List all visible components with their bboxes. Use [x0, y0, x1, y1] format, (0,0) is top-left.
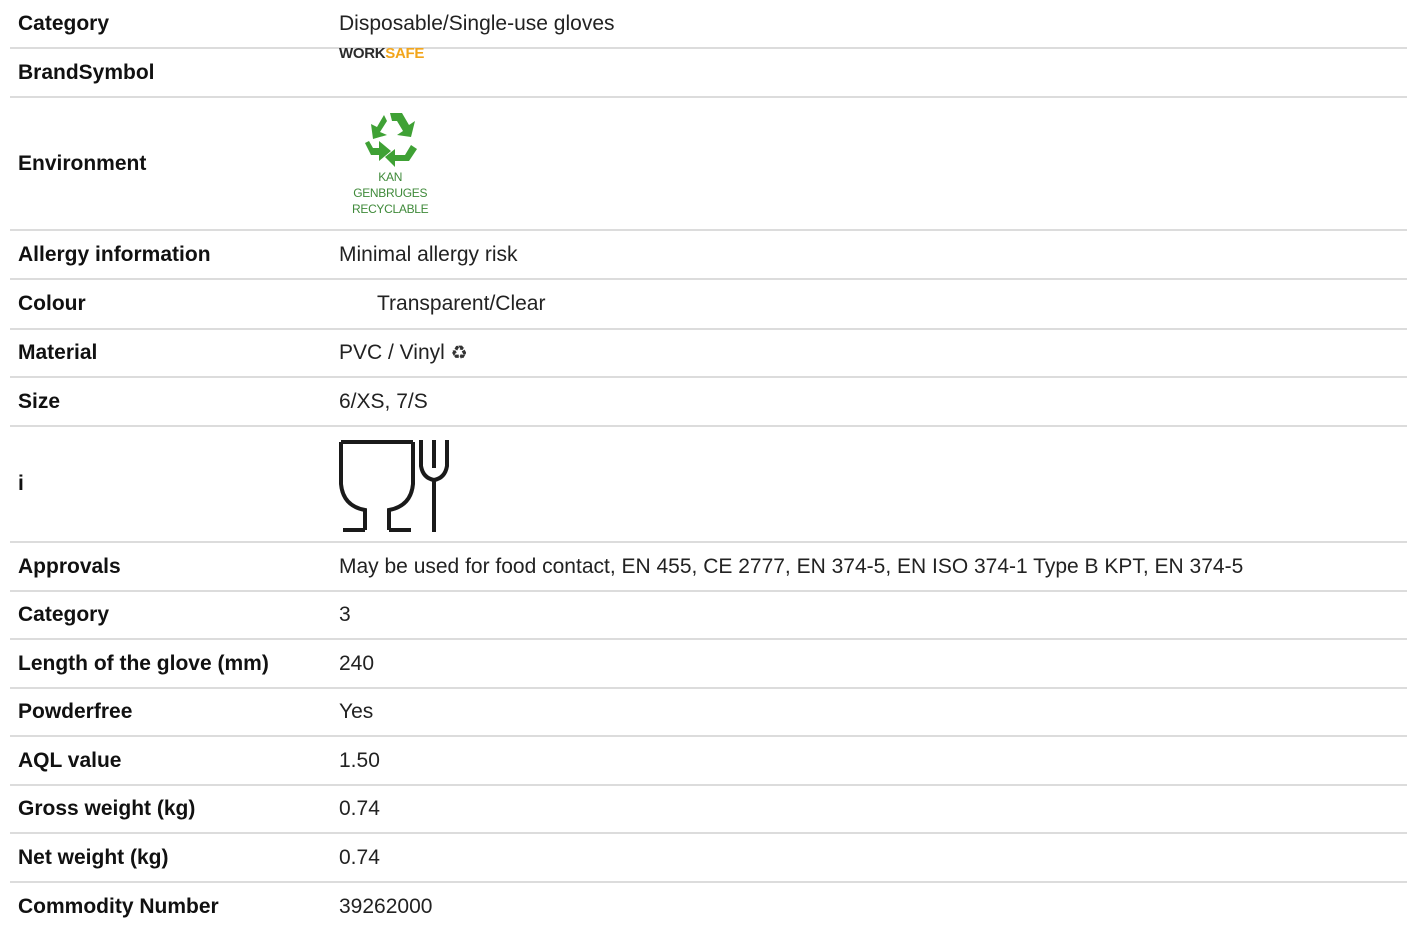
spec-value [339, 426, 1407, 543]
spec-label: Approvals [10, 542, 339, 592]
spec-value: 0.74 [339, 833, 1407, 883]
spec-value: Disposable/Single-use gloves [339, 0, 1407, 49]
spec-label: Length of the glove (mm) [10, 639, 339, 689]
spec-value: 3 [339, 591, 1407, 640]
spec-label: Commodity Number [18, 894, 219, 918]
recycle-icon: ♻ [450, 343, 468, 364]
spec-row-size: Size 6/XS, 7/S [10, 377, 1407, 427]
spec-row-net-weight: Net weight (kg) 0.74 [10, 833, 1407, 883]
spec-value: Yes [339, 688, 1407, 737]
spec-row-category-level: Category 3 [10, 591, 1407, 640]
spec-value: 240 [339, 639, 1407, 689]
spec-label: Material [10, 329, 339, 378]
spec-row-brand: BrandSymbol WORKSAFE [10, 44, 1407, 98]
spec-label: Category [10, 0, 339, 49]
spec-value: KAN GENBRUGES RECYCLABLE [339, 97, 1407, 231]
spec-value: 0.74 [339, 785, 1407, 834]
spec-value: Minimal allergy risk [339, 230, 1407, 280]
spec-row-allergy: Allergy information Minimal allergy risk [10, 230, 1407, 280]
spec-row-material: Material PVC / Vinyl ♻ [10, 329, 1407, 378]
spec-value: 1.50 [339, 736, 1407, 786]
spec-row-environment: Environment KAN GENBRUGES RECYCLABLE [10, 97, 1407, 231]
spec-row-gross-weight: Gross weight (kg) 0.74 [10, 785, 1407, 834]
spec-label: i [10, 426, 339, 543]
spec-label: Allergy information [10, 230, 339, 280]
recycle-icon [365, 112, 418, 167]
spec-row-info: i [10, 426, 1407, 543]
spec-label: BrandSymbol [10, 48, 339, 98]
spec-row-aql: AQL value 1.50 [10, 736, 1407, 786]
spec-row-commodity: Commodity Number 39262000 [10, 882, 1407, 930]
spec-label: Colour [10, 279, 339, 330]
spec-row-powderfree: Powderfree Yes [10, 688, 1407, 737]
spec-label: Size [10, 377, 339, 427]
recyclable-badge: KAN GENBRUGES RECYCLABLE [352, 111, 429, 217]
worksafe-logo: WORKSAFE [339, 44, 425, 62]
spec-value: PVC / Vinyl ♻ [339, 329, 1407, 378]
product-spec-table: Category Disposable/Single-use gloves Br… [10, 0, 1407, 930]
spec-label: Net weight (kg) [10, 833, 339, 883]
spec-row-category: Category Disposable/Single-use gloves [10, 0, 1407, 49]
spec-label: AQL value [10, 736, 339, 786]
spec-value: Transparent/Clear [339, 279, 1407, 330]
spec-label: Environment [10, 97, 339, 231]
recycle-text: KAN GENBRUGES RECYCLABLE [352, 169, 429, 216]
spec-value: WORKSAFE [339, 44, 1407, 98]
food-safe-icon [339, 440, 449, 532]
spec-value: May be used for food contact, EN 455, CE… [339, 542, 1407, 592]
spec-value: 6/XS, 7/S [339, 377, 1407, 427]
spec-label: Gross weight (kg) [10, 785, 339, 834]
spec-label: Powderfree [10, 688, 339, 737]
spec-value: 39262000 [339, 894, 433, 918]
spec-row-length: Length of the glove (mm) 240 [10, 639, 1407, 689]
spec-row-approvals: Approvals May be used for food contact, … [10, 542, 1407, 592]
spec-label: Category [10, 591, 339, 640]
spec-row-colour: Colour Transparent/Clear [10, 279, 1407, 330]
